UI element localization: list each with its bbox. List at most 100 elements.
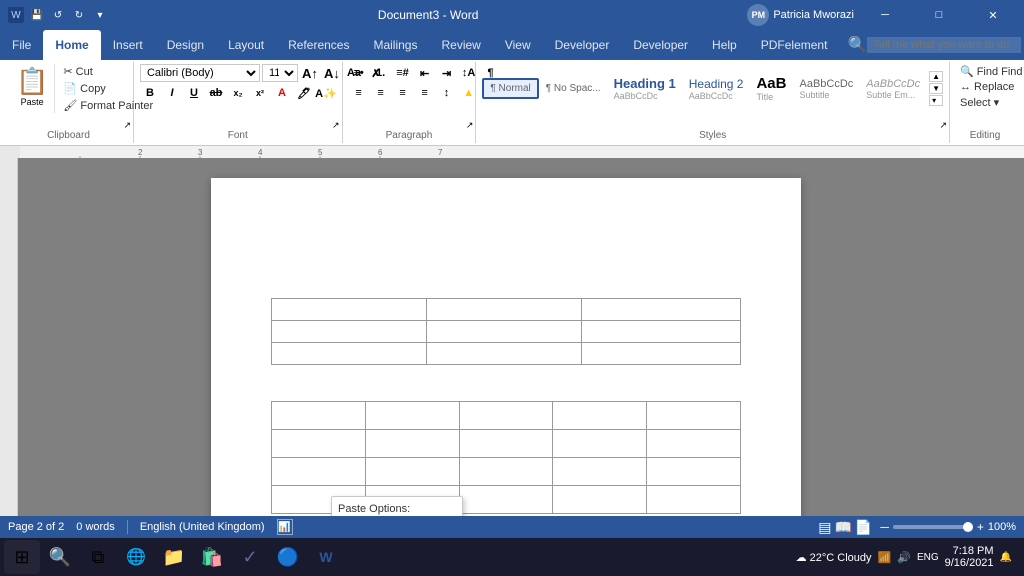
user-avatar[interactable]: PM: [747, 4, 769, 26]
table-cell[interactable]: [365, 430, 459, 458]
table-cell[interactable]: [365, 458, 459, 486]
table-cell[interactable]: [365, 402, 459, 430]
network-icon[interactable]: 📶: [878, 551, 892, 564]
table-cell[interactable]: [647, 430, 741, 458]
styles-down-btn[interactable]: ▼: [929, 83, 943, 94]
bold-btn[interactable]: B: [140, 84, 160, 102]
tab-file[interactable]: File: [0, 30, 43, 60]
style-heading2[interactable]: Heading 2 AaBbCcDc: [683, 74, 750, 104]
line-spacing-btn[interactable]: ↕: [437, 84, 457, 102]
table-cell[interactable]: [647, 458, 741, 486]
tab-design[interactable]: Design: [155, 30, 216, 60]
style-title[interactable]: AaB Title: [750, 72, 792, 105]
multilevel-btn[interactable]: ≡#: [393, 64, 413, 82]
tab-layout[interactable]: Layout: [216, 30, 276, 60]
font-size-select[interactable]: 11: [262, 64, 298, 82]
tab-view[interactable]: View: [493, 30, 543, 60]
justify-btn[interactable]: ≡: [415, 84, 435, 102]
tab-mailings[interactable]: Mailings: [361, 30, 429, 60]
zoom-slider[interactable]: [893, 525, 973, 529]
increase-indent-btn[interactable]: ⇥: [437, 64, 457, 82]
tab-home[interactable]: Home: [43, 30, 100, 60]
edge-btn[interactable]: 🌐: [118, 540, 154, 574]
table-cell[interactable]: [272, 458, 366, 486]
underline-btn[interactable]: U: [184, 84, 204, 102]
tab-developer2[interactable]: Developer: [621, 30, 700, 60]
table-cell[interactable]: [272, 343, 427, 365]
align-left-btn[interactable]: ≡: [349, 84, 369, 102]
save-qa-btn[interactable]: 💾: [28, 6, 46, 24]
tab-review[interactable]: Review: [429, 30, 492, 60]
subscript-btn[interactable]: x₂: [228, 84, 248, 102]
document-area[interactable]: Paste Options:: [18, 158, 1024, 516]
lang-indicator[interactable]: ENG: [917, 552, 939, 563]
style-normal[interactable]: ¶ Normal: [482, 78, 538, 99]
view-normal-btn[interactable]: ▤: [818, 519, 831, 536]
volume-icon[interactable]: 🔊: [897, 551, 911, 564]
font-color-btn[interactable]: A: [272, 84, 292, 102]
tab-insert[interactable]: Insert: [101, 30, 155, 60]
bullets-btn[interactable]: ≡•: [349, 64, 369, 82]
store-btn[interactable]: 🛍️: [194, 540, 230, 574]
word-taskbar-btn[interactable]: W: [308, 540, 344, 574]
styles-expand[interactable]: ↗: [939, 120, 947, 131]
start-btn[interactable]: ⊞: [4, 540, 40, 574]
font-expand[interactable]: ↗: [332, 120, 340, 131]
style-nospace[interactable]: ¶ No Spac...: [540, 80, 607, 97]
grow-font-btn[interactable]: A↑: [300, 64, 320, 82]
table-cell[interactable]: [581, 343, 740, 365]
table-cell[interactable]: [426, 343, 581, 365]
superscript-btn[interactable]: x²: [250, 84, 270, 102]
tell-me-input[interactable]: [867, 37, 1021, 53]
table-cell[interactable]: [581, 321, 740, 343]
style-subtitle[interactable]: AaBbCcDc Subtitle: [793, 75, 859, 103]
replace-btn[interactable]: ↔ Replace: [956, 80, 1018, 94]
paste-btn[interactable]: 📋 Paste: [10, 64, 55, 113]
table-cell[interactable]: [272, 430, 366, 458]
paragraph-expand[interactable]: ↗: [466, 120, 474, 131]
table-cell[interactable]: [647, 402, 741, 430]
minimize-btn[interactable]: ─: [862, 0, 908, 30]
table-cell[interactable]: [426, 321, 581, 343]
redo-qa-btn[interactable]: ↻: [70, 6, 88, 24]
clipboard-expand[interactable]: ↗: [123, 120, 131, 131]
styles-up-btn[interactable]: ▲: [929, 71, 943, 82]
view-read-btn[interactable]: 📖: [834, 519, 851, 536]
table-cell[interactable]: [553, 402, 647, 430]
table-cell[interactable]: [272, 321, 427, 343]
select-btn[interactable]: Select ▾: [956, 95, 1003, 110]
zoom-in-btn[interactable]: +: [977, 520, 984, 534]
qa-dropdown-btn[interactable]: ▾: [91, 6, 109, 24]
close-btn[interactable]: ✕: [970, 0, 1016, 30]
align-right-btn[interactable]: ≡: [393, 84, 413, 102]
table-cell[interactable]: [553, 430, 647, 458]
numbering-btn[interactable]: 1.: [371, 64, 391, 82]
search-taskbar-btn[interactable]: 🔍: [42, 540, 78, 574]
table-cell[interactable]: [272, 299, 427, 321]
decrease-indent-btn[interactable]: ⇤: [415, 64, 435, 82]
tab-help[interactable]: Help: [700, 30, 749, 60]
table-cell[interactable]: [459, 486, 553, 514]
style-subtle-em[interactable]: AaBbCcDc Subtle Em...: [860, 75, 926, 103]
explorer-btn[interactable]: 📁: [156, 540, 192, 574]
table-cell[interactable]: [459, 458, 553, 486]
zoom-out-btn[interactable]: ─: [880, 520, 889, 534]
align-center-btn[interactable]: ≡: [371, 84, 391, 102]
italic-btn[interactable]: I: [162, 84, 182, 102]
undo-qa-btn[interactable]: ↺: [49, 6, 67, 24]
font-family-select[interactable]: Calibri (Body): [140, 64, 260, 82]
highlight-btn[interactable]: 🖊: [294, 84, 314, 102]
tab-pdfelement[interactable]: PDFelement: [749, 30, 840, 60]
tab-developer[interactable]: Developer: [543, 30, 622, 60]
find-btn[interactable]: 🔍 FindFind: [956, 64, 1024, 79]
maximize-btn[interactable]: □: [916, 0, 962, 30]
track-changes-btn[interactable]: 📊: [277, 519, 293, 535]
table-cell[interactable]: [459, 402, 553, 430]
table-cell[interactable]: [647, 486, 741, 514]
table-cell[interactable]: [272, 402, 366, 430]
table-cell[interactable]: [581, 299, 740, 321]
notifications-btn[interactable]: 🔔: [1000, 552, 1012, 563]
table-cell[interactable]: [553, 486, 647, 514]
todo-btn[interactable]: ✓: [232, 540, 268, 574]
shrink-font-btn[interactable]: A↓: [322, 64, 342, 82]
